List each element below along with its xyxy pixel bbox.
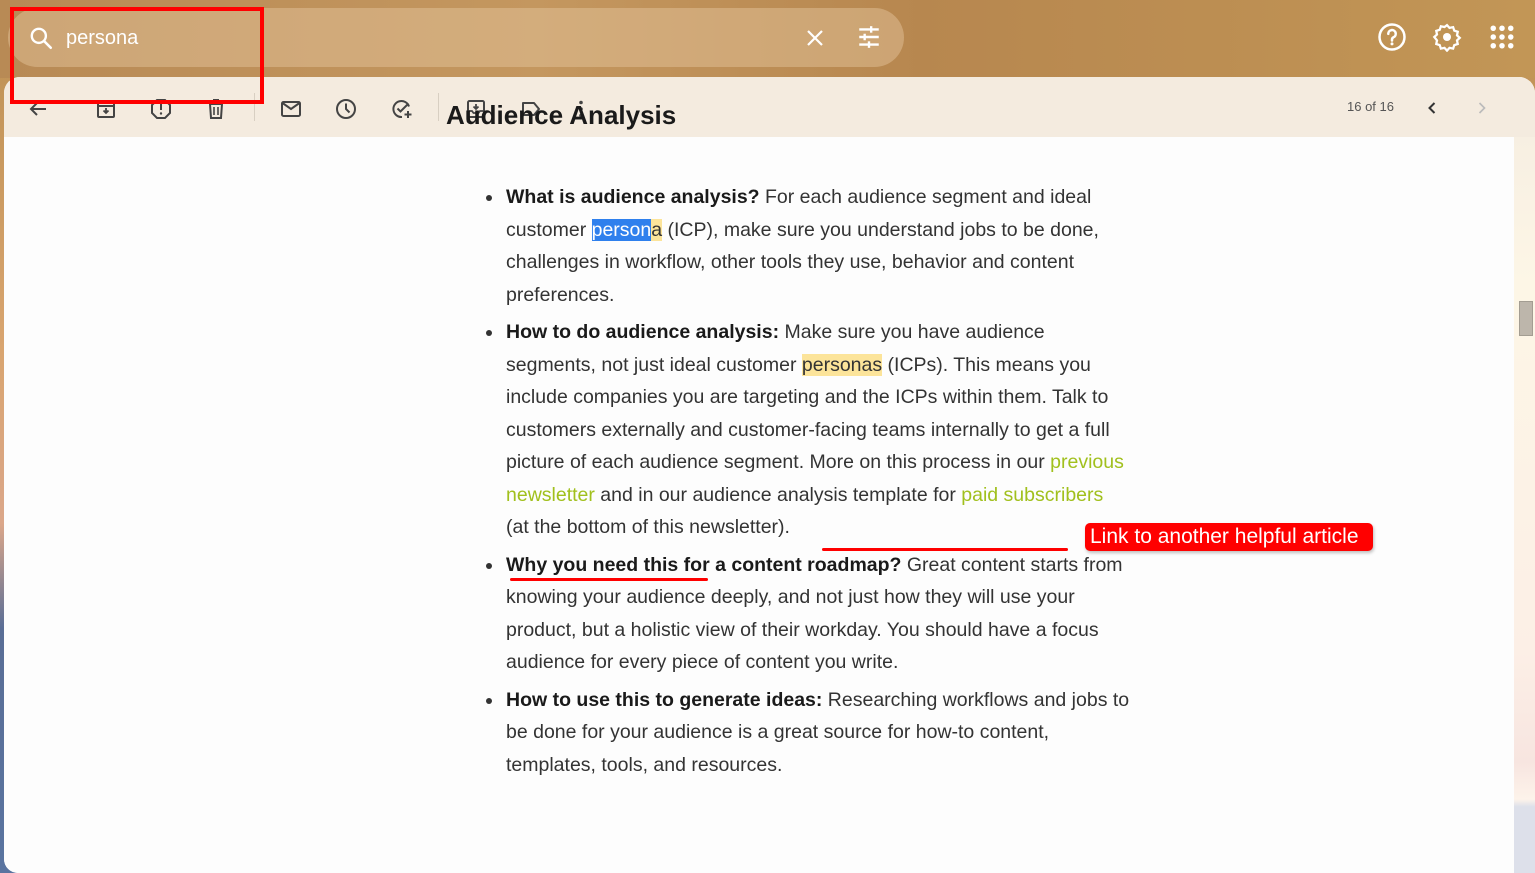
bullet-list: What is audience analysis? For each audi… xyxy=(446,181,1146,781)
report-spam-icon[interactable] xyxy=(149,97,173,121)
help-icon[interactable] xyxy=(1377,22,1407,52)
archive-icon[interactable] xyxy=(94,97,118,121)
apps-icon[interactable] xyxy=(1487,22,1517,52)
search-bar[interactable] xyxy=(8,8,904,67)
older-message-icon[interactable] xyxy=(1472,97,1492,119)
item-heading: Why you need this for a content roadmap? xyxy=(506,553,902,576)
article-title: Audience Analysis xyxy=(446,100,677,130)
pager-count: 16 of 16 xyxy=(1347,99,1394,114)
list-item: What is audience analysis? For each audi… xyxy=(486,181,1131,311)
list-item: Why you need this for a content roadmap?… xyxy=(486,549,1131,679)
item-text: and in our audience analysis template fo… xyxy=(594,483,962,506)
search-match-highlight: personas xyxy=(801,353,883,376)
toolbar-divider xyxy=(254,93,255,121)
annotation-label: Link to another helpful article xyxy=(1085,523,1373,551)
item-text: (at the bottom of this newsletter). xyxy=(506,516,790,538)
toolbar-divider xyxy=(438,93,439,121)
search-options-icon[interactable] xyxy=(856,24,882,50)
item-heading: What is audience analysis? xyxy=(506,186,760,208)
scrollbar-track[interactable] xyxy=(1514,137,1535,873)
list-item: How to use this to generate ideas: Resea… xyxy=(486,684,1131,782)
add-to-tasks-icon[interactable] xyxy=(390,97,414,121)
delete-icon[interactable] xyxy=(204,97,228,121)
annotation-underline xyxy=(822,548,1068,551)
search-match-selected: person xyxy=(591,218,652,241)
article: Audience Analysis What is audience analy… xyxy=(446,100,1146,786)
back-icon[interactable] xyxy=(26,97,50,121)
scrollbar-thumb[interactable] xyxy=(1519,301,1533,336)
mark-unread-icon[interactable] xyxy=(279,97,303,121)
top-bar xyxy=(0,0,1535,78)
clear-search-icon[interactable] xyxy=(803,26,827,50)
search-match-highlight: a xyxy=(651,218,663,241)
paid-subscribers-link[interactable]: paid subscribers xyxy=(961,484,1103,506)
item-heading: How to use this to generate ideas: xyxy=(506,688,823,711)
search-input[interactable] xyxy=(66,22,786,54)
annotation-underline xyxy=(510,578,708,581)
snooze-icon[interactable] xyxy=(334,97,358,121)
settings-icon[interactable] xyxy=(1432,22,1462,52)
search-icon[interactable] xyxy=(28,25,54,51)
newer-message-icon[interactable] xyxy=(1422,97,1442,119)
list-item: How to do audience analysis: Make sure y… xyxy=(486,316,1131,544)
item-heading: How to do audience analysis: xyxy=(506,321,780,343)
